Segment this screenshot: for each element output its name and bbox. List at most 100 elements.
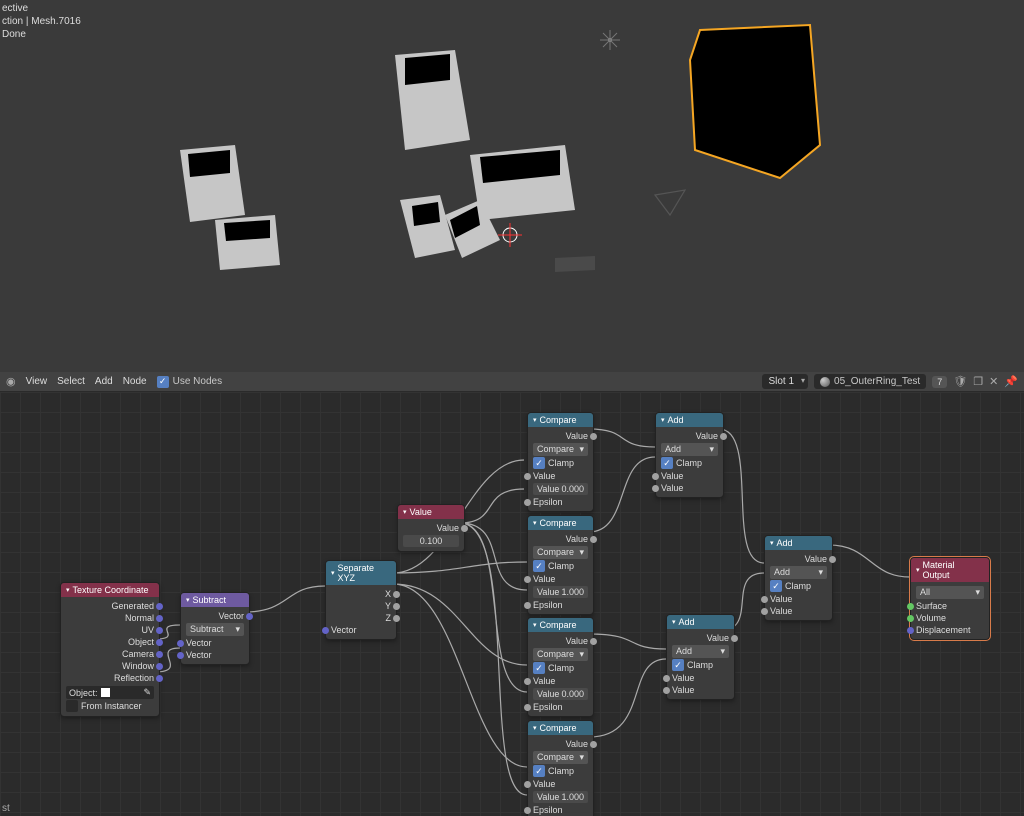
object-field[interactable]: Object:✎ — [66, 686, 154, 699]
socket-in1[interactable]: Value — [770, 593, 827, 605]
node-header[interactable]: Material Output — [911, 558, 989, 582]
socket-vector-in[interactable]: Vector — [331, 624, 391, 636]
node-header[interactable]: Add — [765, 536, 832, 550]
clamp-toggle[interactable]: ✓Clamp — [533, 457, 588, 469]
node-compare-4[interactable]: Compare Value Compare▾ ✓Clamp Value Valu… — [527, 720, 594, 816]
clamp-toggle[interactable]: ✓Clamp — [661, 457, 718, 469]
mode-dropdown[interactable]: Compare▾ — [533, 546, 588, 559]
socket-y[interactable]: Y — [331, 600, 391, 612]
node-header[interactable]: Compare — [528, 516, 593, 530]
socket-in1[interactable]: Value — [533, 675, 588, 687]
node-header[interactable]: Subtract — [181, 593, 249, 607]
material-selector[interactable]: 05_OuterRing_Test — [814, 374, 926, 389]
from-instancer-toggle[interactable]: From Instancer — [66, 700, 154, 712]
node-texture-coordinate[interactable]: Texture Coordinate Generated Normal UV O… — [60, 582, 160, 717]
mode-dropdown[interactable]: Add▾ — [672, 645, 729, 658]
socket-out[interactable]: Value — [533, 738, 588, 750]
socket-generated[interactable]: Generated — [66, 600, 154, 612]
socket-out[interactable]: Value — [533, 533, 588, 545]
eyedropper-icon[interactable]: ✎ — [143, 687, 151, 698]
socket-in1[interactable]: Value — [533, 470, 588, 482]
socket-z[interactable]: Z — [331, 612, 391, 624]
mode-dropdown[interactable]: Compare▾ — [533, 443, 588, 456]
mode-dropdown[interactable]: Compare▾ — [533, 648, 588, 661]
socket-normal[interactable]: Normal — [66, 612, 154, 624]
node-compare-2[interactable]: Compare Value Compare▾ ✓Clamp Value Valu… — [527, 515, 594, 615]
viewport-3d[interactable]: ective ction | Mesh.7016 Done — [0, 0, 1024, 372]
unlink-icon[interactable]: ✕ — [989, 375, 998, 388]
socket-value-out[interactable]: Value — [403, 522, 459, 534]
node-editor-area[interactable]: Texture Coordinate Generated Normal UV O… — [0, 392, 1024, 816]
node-header[interactable]: Texture Coordinate — [61, 583, 159, 597]
shield-icon[interactable]: 🛡 — [953, 375, 967, 388]
socket-in1[interactable]: Value — [661, 470, 718, 482]
value-field[interactable]: Value0.000 — [533, 688, 588, 700]
menu-node[interactable]: Node — [123, 376, 147, 387]
socket-out[interactable]: Value — [533, 430, 588, 442]
node-subtract[interactable]: Subtract Vector Subtract▾ Vector Vector — [180, 592, 250, 665]
socket-uv[interactable]: UV — [66, 624, 154, 636]
socket-out[interactable]: Value — [672, 632, 729, 644]
socket-camera[interactable]: Camera — [66, 648, 154, 660]
socket-surface[interactable]: Surface — [916, 600, 984, 612]
clamp-toggle[interactable]: ✓Clamp — [533, 560, 588, 572]
socket-vector-out[interactable]: Vector — [186, 610, 244, 622]
socket-out[interactable]: Value — [770, 553, 827, 565]
node-header[interactable]: Value — [398, 505, 464, 519]
node-header[interactable]: Compare — [528, 721, 593, 735]
node-header[interactable]: Separate XYZ — [326, 561, 396, 585]
socket-in2[interactable]: Value — [672, 684, 729, 696]
value-field[interactable]: Value1.000 — [533, 791, 588, 803]
menu-view[interactable]: View — [26, 376, 48, 387]
value-field[interactable]: 0.100 — [403, 535, 459, 547]
socket-out[interactable]: Value — [533, 635, 588, 647]
use-nodes-toggle[interactable]: ✓ Use Nodes — [157, 376, 222, 388]
node-header[interactable]: Add — [656, 413, 723, 427]
editor-type-icon[interactable]: ◉ — [6, 375, 16, 388]
socket-reflection[interactable]: Reflection — [66, 672, 154, 684]
node-material-output[interactable]: Material Output All▾ Surface Volume Disp… — [910, 557, 990, 640]
menu-add[interactable]: Add — [95, 376, 113, 387]
socket-out[interactable]: Value — [661, 430, 718, 442]
socket-in1[interactable]: Value — [533, 573, 588, 585]
node-compare-3[interactable]: Compare Value Compare▾ ✓Clamp Value Valu… — [527, 617, 594, 717]
mode-dropdown[interactable]: Subtract▾ — [186, 623, 244, 636]
socket-vector-in2[interactable]: Vector — [186, 649, 244, 661]
slot-dropdown[interactable]: Slot 1 — [762, 374, 808, 389]
node-header[interactable]: Compare — [528, 618, 593, 632]
mode-dropdown[interactable]: Add▾ — [770, 566, 827, 579]
clamp-toggle[interactable]: ✓Clamp — [533, 765, 588, 777]
socket-volume[interactable]: Volume — [916, 612, 984, 624]
node-add-2[interactable]: Add Value Add▾ ✓Clamp Value Value — [666, 614, 735, 700]
socket-in1[interactable]: Value — [533, 778, 588, 790]
target-dropdown[interactable]: All▾ — [916, 586, 984, 599]
socket-vector-in1[interactable]: Vector — [186, 637, 244, 649]
value-field[interactable]: Value1.000 — [533, 586, 588, 598]
node-separate-xyz[interactable]: Separate XYZ X Y Z Vector — [325, 560, 397, 640]
material-users[interactable]: 7 — [932, 376, 947, 388]
node-value[interactable]: Value Value 0.100 — [397, 504, 465, 552]
socket-window[interactable]: Window — [66, 660, 154, 672]
clamp-toggle[interactable]: ✓Clamp — [770, 580, 827, 592]
socket-displacement[interactable]: Displacement — [916, 624, 984, 636]
socket-eps[interactable]: Epsilon — [533, 599, 588, 611]
clamp-toggle[interactable]: ✓Clamp — [672, 659, 729, 671]
socket-eps[interactable]: Epsilon — [533, 804, 588, 816]
socket-eps[interactable]: Epsilon — [533, 701, 588, 713]
socket-in1[interactable]: Value — [672, 672, 729, 684]
socket-object[interactable]: Object — [66, 636, 154, 648]
copy-icon[interactable]: ❐ — [973, 375, 983, 388]
node-header[interactable]: Add — [667, 615, 734, 629]
value-field[interactable]: Value0.000 — [533, 483, 588, 495]
node-compare-1[interactable]: Compare Value Compare▾ ✓Clamp Value Valu… — [527, 412, 594, 512]
mode-dropdown[interactable]: Add▾ — [661, 443, 718, 456]
socket-in2[interactable]: Value — [661, 482, 718, 494]
socket-eps[interactable]: Epsilon — [533, 496, 588, 508]
node-add-1[interactable]: Add Value Add▾ ✓Clamp Value Value — [655, 412, 724, 498]
node-add-3[interactable]: Add Value Add▾ ✓Clamp Value Value — [764, 535, 833, 621]
clamp-toggle[interactable]: ✓Clamp — [533, 662, 588, 674]
menu-select[interactable]: Select — [57, 376, 85, 387]
socket-in2[interactable]: Value — [770, 605, 827, 617]
node-header[interactable]: Compare — [528, 413, 593, 427]
pin-icon[interactable]: 📌 — [1004, 375, 1018, 388]
